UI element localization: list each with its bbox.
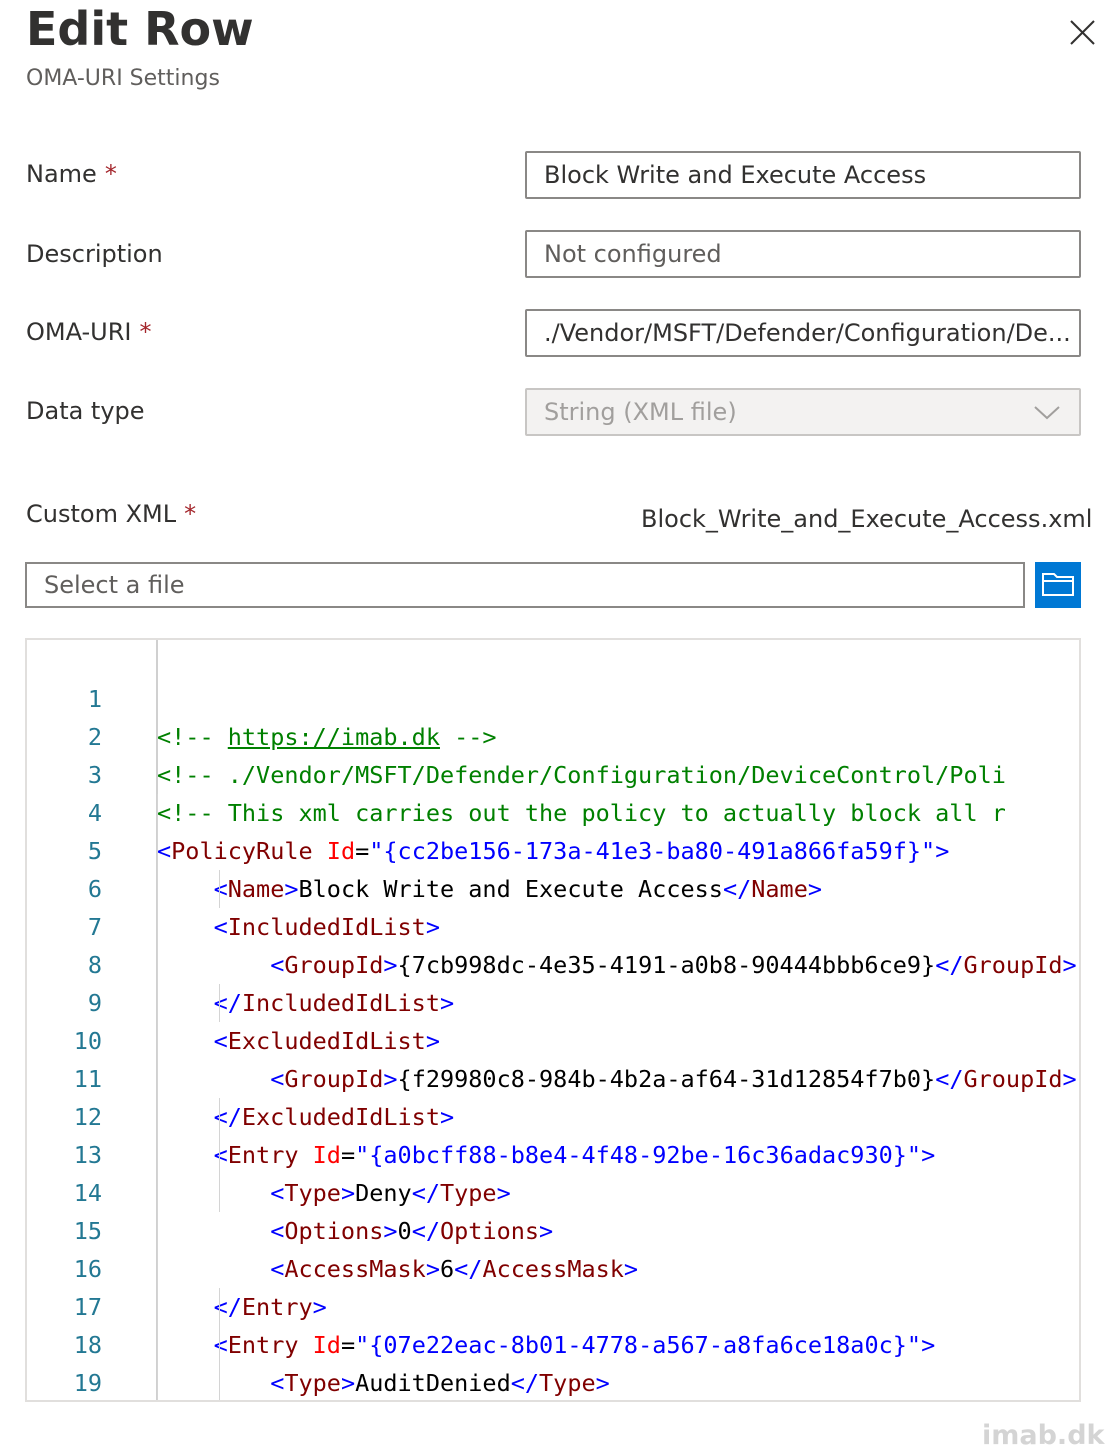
close-icon — [1070, 20, 1095, 45]
panel-subtitle: OMA-URI Settings — [26, 66, 220, 91]
chevron-down-icon — [1034, 406, 1060, 420]
indent-guide — [219, 1098, 220, 1212]
name-label: Name * — [26, 160, 117, 188]
selected-file-name: Block_Write_and_Execute_Access.xml — [641, 505, 1093, 533]
description-label: Description — [26, 240, 163, 268]
code-line: 9 <ExcludedIdList> — [27, 946, 1079, 1055]
code-line: 5 <Name>Block Write and Execute Access</… — [27, 794, 1079, 903]
datatype-dropdown[interactable]: String (XML file) — [525, 388, 1081, 436]
omauri-input[interactable]: ./Vendor/MSFT/Defender/Configuration/De.… — [525, 309, 1081, 357]
code-line: 14 <Options>0</Options> — [27, 1136, 1079, 1245]
code-line: 7 <GroupId>{7cb998dc-4e35-4191-a0b8-9044… — [27, 870, 1079, 979]
code-line: 4 <PolicyRule Id="{cc2be156-173a-41e3-ba… — [27, 756, 1079, 865]
code-line: 6 <IncludedIdList> — [27, 832, 1079, 941]
code-line: 13 <Type>Deny</Type> — [27, 1098, 1079, 1207]
indent-guide — [219, 984, 220, 1022]
customxml-label: Custom XML * — [26, 500, 196, 528]
datatype-value: String (XML file) — [544, 398, 737, 426]
name-label-text: Name — [26, 160, 97, 188]
code-line: 20 <AccessMask>6</AccessMask> — [27, 1364, 1079, 1400]
browse-file-button[interactable] — [1035, 562, 1081, 608]
code-line: 17 <Entry Id="{07e22eac-8b01-4778-a567-a… — [27, 1250, 1079, 1359]
required-marker: * — [104, 160, 117, 188]
omauri-label: OMA-URI * — [26, 318, 151, 346]
name-input[interactable]: Block Write and Execute Access — [525, 151, 1081, 199]
code-line: 11 </ExcludedIdList> — [27, 1022, 1079, 1131]
required-marker: * — [139, 318, 152, 346]
customxml-label-text: Custom XML — [26, 500, 177, 528]
panel-title: Edit Row — [26, 2, 254, 56]
folder-icon — [1042, 573, 1074, 596]
omauri-label-text: OMA-URI — [26, 318, 132, 346]
code-line: 19 <Options>3</Options> — [27, 1326, 1079, 1397]
datatype-label: Data type — [26, 397, 145, 425]
code-line: 15 <AccessMask>6</AccessMask> — [27, 1174, 1079, 1283]
code-line: 2 <!-- ./Vendor/MSFT/Defender/Configurat… — [27, 680, 1079, 789]
close-button[interactable] — [1064, 14, 1100, 50]
indent-guide — [219, 870, 220, 908]
code-line: 12 <Entry Id="{a0bcff88-b8e4-4f48-92be-1… — [27, 1060, 1079, 1169]
indent-guide — [219, 1288, 220, 1400]
indent-guide — [157, 794, 158, 1400]
code-line: 8 </IncludedIdList> — [27, 908, 1079, 1017]
code-line: 3 <!-- This xml carries out the policy t… — [27, 718, 1079, 827]
code-line: 18 <Type>AuditDenied</Type> — [27, 1288, 1079, 1397]
watermark: imab.dk — [982, 1420, 1105, 1451]
file-select-input[interactable]: Select a file — [25, 562, 1025, 608]
required-marker: * — [184, 500, 197, 528]
code-line: 16 </Entry> — [27, 1212, 1079, 1321]
xml-editor[interactable]: 1 <!-- https://imab.dk --> 2 <!-- ./Vend… — [25, 638, 1081, 1402]
code-line: 10 <GroupId>{f29980c8-984b-4b2a-af64-31d… — [27, 984, 1079, 1093]
code-line: 1 <!-- https://imab.dk --> — [27, 642, 1079, 751]
description-input[interactable]: Not configured — [525, 230, 1081, 278]
